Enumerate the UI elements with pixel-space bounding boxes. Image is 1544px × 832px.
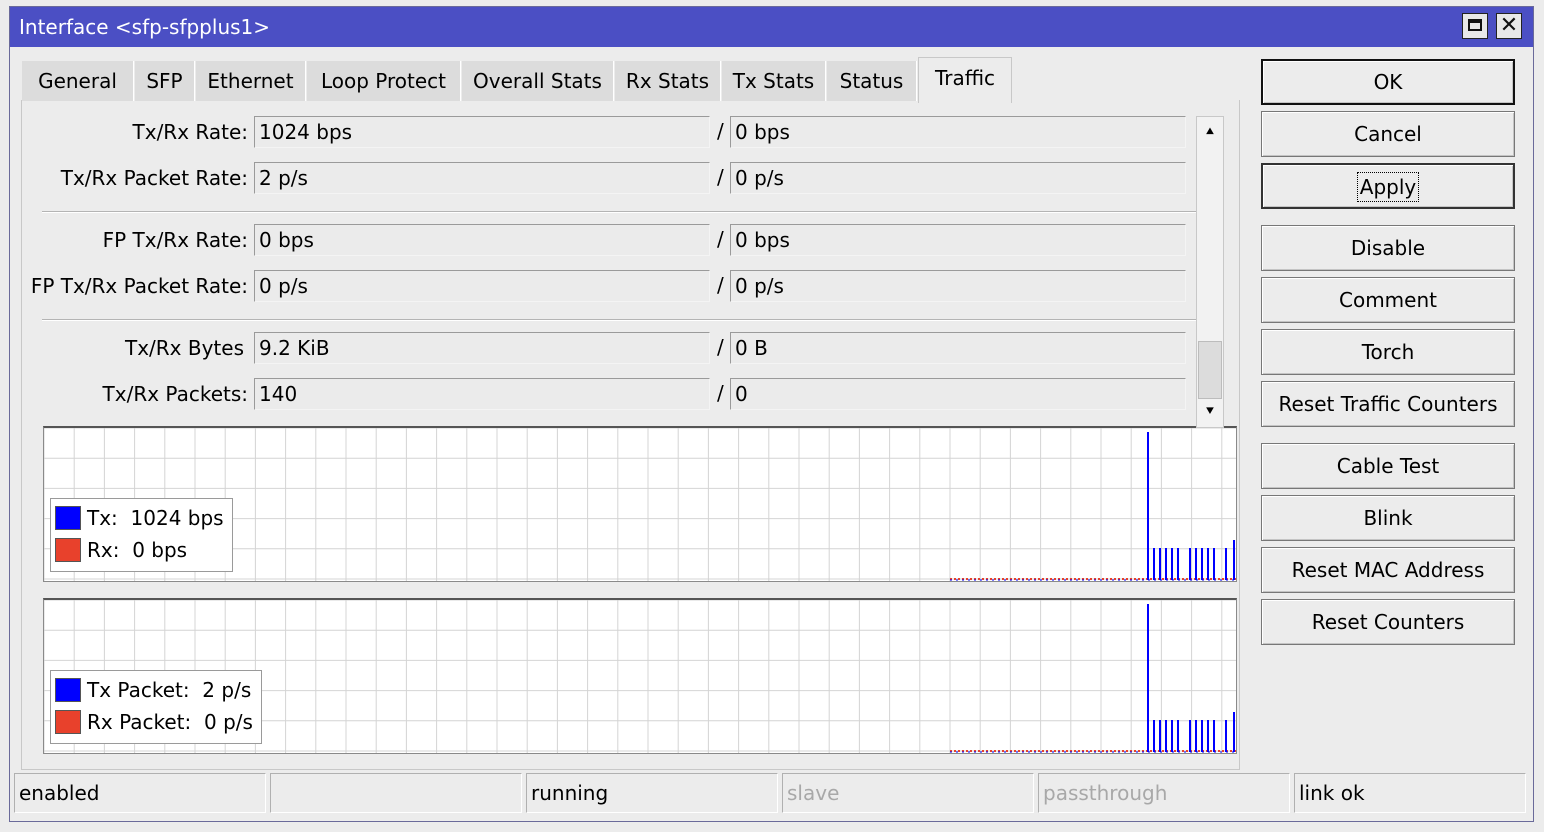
status-enabled: enabled (14, 773, 266, 813)
section-divider (42, 319, 1212, 321)
rate-graph-legend: Tx: 1024 bps Rx: 0 bps (50, 498, 233, 572)
legend-rx-packet-value: 0 p/s (203, 710, 253, 734)
field-label: Tx/Rx Packet Rate: (60, 166, 248, 190)
tab-overall-stats[interactable]: Overall Stats (462, 61, 614, 101)
tab-traffic[interactable]: Traffic (918, 57, 1012, 103)
fp-rx-packet-rate-field[interactable]: 0 p/s (730, 270, 1186, 302)
disable-button[interactable]: Disable (1261, 225, 1515, 271)
scroll-down-icon[interactable]: ⯆ (1197, 399, 1223, 425)
tx-bytes-field[interactable]: 9.2 KiB (254, 332, 710, 364)
legend-swatch-rx (55, 538, 81, 562)
torch-button[interactable]: Torch (1261, 329, 1515, 375)
row-tx-rx-rate: Tx/Rx Rate: 1024 bps / 0 bps (22, 116, 1222, 148)
legend-tx-value: 1024 bps (130, 506, 224, 530)
tab-general[interactable]: General (22, 61, 134, 101)
scroll-up-icon[interactable]: ⯅ (1197, 119, 1223, 145)
tab-tx-stats[interactable]: Tx Stats (722, 61, 826, 101)
separator-slash: / (717, 381, 724, 405)
status-passthrough: passthrough (1038, 773, 1290, 813)
row-fp-tx-rx-packet-rate: FP Tx/Rx Packet Rate: 0 p/s / 0 p/s (22, 270, 1222, 302)
cancel-button[interactable]: Cancel (1261, 111, 1515, 157)
field-label: FP Tx/Rx Packet Rate: (30, 274, 248, 298)
field-label: FP Tx/Rx Rate: (102, 228, 248, 252)
vertical-scrollbar[interactable]: ⯅ ⯆ (1196, 116, 1224, 428)
close-icon[interactable]: ✕ (1496, 13, 1522, 39)
interface-window: Interface <sfp-sfpplus1> ✕ General SFP E… (9, 6, 1534, 822)
rx-packet-rate-field[interactable]: 0 p/s (730, 162, 1186, 194)
row-tx-rx-packet-rate: Tx/Rx Packet Rate: 2 p/s / 0 p/s (22, 162, 1222, 194)
legend-rx-packet-prefix: Rx Packet: (87, 710, 192, 734)
field-label: Tx/Rx Rate: (132, 120, 248, 144)
comment-button[interactable]: Comment (1261, 277, 1515, 323)
rx-packets-field[interactable]: 0 (730, 378, 1186, 410)
packet-graph-legend: Tx Packet: 2 p/s Rx Packet: 0 p/s (50, 670, 262, 744)
packet-graph: Tx Packet: 2 p/s Rx Packet: 0 p/s (43, 598, 1237, 754)
field-label: Tx/Rx Packets: (102, 382, 248, 406)
blink-button[interactable]: Blink (1261, 495, 1515, 541)
tab-status[interactable]: Status (827, 61, 917, 101)
reset-counters-button[interactable]: Reset Counters (1261, 599, 1515, 645)
fp-tx-rate-field[interactable]: 0 bps (254, 224, 710, 256)
cable-test-button[interactable]: Cable Test (1261, 443, 1515, 489)
rx-rate-field[interactable]: 0 bps (730, 116, 1186, 148)
ok-button[interactable]: OK (1261, 59, 1515, 105)
status-bar: enabled running slave passthrough link o… (14, 773, 1529, 815)
status-running: running (526, 773, 778, 813)
maximize-icon[interactable] (1462, 13, 1488, 39)
reset-traffic-counters-button[interactable]: Reset Traffic Counters (1261, 381, 1515, 427)
tab-rx-stats[interactable]: Rx Stats (615, 61, 721, 101)
status-slave: slave (782, 773, 1034, 813)
tx-packets-field[interactable]: 140 (254, 378, 710, 410)
separator-slash: / (717, 165, 724, 189)
legend-rx: Rx: 0 bps (55, 535, 224, 567)
tx-rate-field[interactable]: 1024 bps (254, 116, 710, 148)
traffic-panel: Tx/Rx Rate: 1024 bps / 0 bps Tx/Rx Packe… (21, 100, 1240, 770)
tx-packet-rate-field[interactable]: 2 p/s (254, 162, 710, 194)
legend-swatch-rx (55, 710, 81, 734)
legend-rx-value: 0 bps (132, 538, 188, 562)
legend-swatch-tx (55, 506, 81, 530)
separator-slash: / (717, 227, 724, 251)
title-bar[interactable]: Interface <sfp-sfpplus1> ✕ (10, 7, 1533, 47)
scroll-thumb[interactable] (1198, 341, 1222, 399)
fp-rx-rate-field[interactable]: 0 bps (730, 224, 1186, 256)
tab-loop-protect[interactable]: Loop Protect (307, 61, 461, 101)
row-tx-rx-packets: Tx/Rx Packets: 140 / 0 (22, 378, 1222, 410)
legend-tx-packet-value: 2 p/s (202, 678, 252, 702)
separator-slash: / (717, 273, 724, 297)
tab-ethernet[interactable]: Ethernet (196, 61, 306, 101)
separator-slash: / (717, 335, 724, 359)
fp-tx-packet-rate-field[interactable]: 0 p/s (254, 270, 710, 302)
field-label: Tx/Rx Bytes (124, 336, 244, 360)
legend-swatch-tx (55, 678, 81, 702)
section-divider (42, 211, 1212, 213)
apply-button[interactable]: Apply (1261, 163, 1515, 209)
legend-tx-packet: Tx Packet: 2 p/s (55, 675, 253, 707)
rate-graph: Tx: 1024 bps Rx: 0 bps (43, 426, 1237, 582)
separator-slash: / (717, 119, 724, 143)
status-empty (270, 773, 522, 813)
legend-tx: Tx: 1024 bps (55, 503, 224, 535)
window-title: Interface <sfp-sfpplus1> (19, 15, 271, 39)
rx-bytes-field[interactable]: 0 B (730, 332, 1186, 364)
row-tx-rx-bytes: Tx/Rx Bytes 9.2 KiB / 0 B (22, 332, 1222, 364)
status-link: link ok (1294, 773, 1526, 813)
legend-tx-prefix: Tx: (87, 506, 118, 530)
legend-rx-prefix: Rx: (87, 538, 120, 562)
legend-rx-packet: Rx Packet: 0 p/s (55, 707, 253, 739)
tab-sfp[interactable]: SFP (135, 61, 195, 101)
row-fp-tx-rx-rate: FP Tx/Rx Rate: 0 bps / 0 bps (22, 224, 1222, 256)
reset-mac-address-button[interactable]: Reset MAC Address (1261, 547, 1515, 593)
legend-tx-packet-prefix: Tx Packet: (87, 678, 190, 702)
